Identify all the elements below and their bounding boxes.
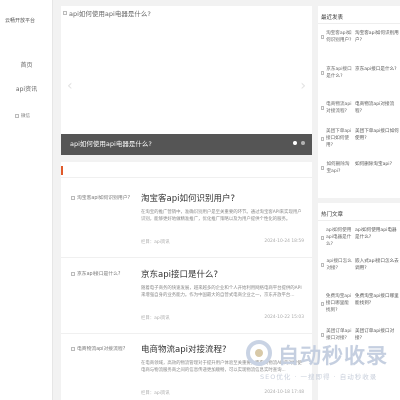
recent-posts-panel: 最近发表 淘宝客api如何识别用户? 淘宝客api如何识别用户? 京东api接口… <box>318 6 400 198</box>
slider-image-alt: api如何使用api电器是什么? <box>69 10 151 18</box>
recent-posts-title: 最近发表 <box>321 15 344 21</box>
article-item[interactable]: 淘宝客api如何识别用户? 淘宝客api如何识别用户? 在淘宝的推广营销中，准确… <box>61 182 312 258</box>
panel-divider <box>318 220 400 221</box>
wechat-qr-image: 微信 <box>15 113 30 119</box>
watermark-logo-icon <box>246 340 272 366</box>
recent-post-link[interactable]: 美团下单api接口如何使用? <box>355 128 399 142</box>
watermark-title: 自动秒收录 <box>278 344 388 368</box>
list-header <box>61 162 312 178</box>
article-excerpt: 在淘宝的推广营销中，准确识别用户是至关重要的环节。通过淘宝客API来实现用户识别… <box>141 210 302 222</box>
broken-image-icon <box>71 271 75 276</box>
recent-post-link[interactable]: 电商物流api对接流程? <box>355 101 399 115</box>
article-item[interactable]: 京东api接口是什么? 京东api接口是什么? 随着电子商务的快速发展，越来越多… <box>61 258 312 334</box>
page: 云畅开放平台 首页 api资讯 微信 api如何使用api电器是什么? ‹ › … <box>0 0 400 400</box>
hero-slider[interactable]: api如何使用api电器是什么? ‹ › api如何使用api电器是什么? <box>61 6 312 155</box>
slider-image[interactable]: api如何使用api电器是什么? <box>63 8 151 18</box>
recent-post-thumb[interactable]: 电商物流api对接流程? <box>321 101 353 115</box>
article-date: 2024-10-24 18:59 <box>264 239 304 244</box>
recent-post-link[interactable]: 淘宝客api如何识别用户? <box>355 30 399 44</box>
slider-caption-text[interactable]: api如何使用api电器是什么? <box>70 140 152 148</box>
hot-post-thumb[interactable]: api如何使用api电器是什么? <box>321 227 353 248</box>
recent-thumb-alt: 如何删除淘宝api? <box>326 162 350 174</box>
watermark-subtitle: SEO优化 · 一搜即得 · 自动秒收录 <box>260 373 378 381</box>
broken-image-icon <box>321 106 325 110</box>
wechat-alt-text: 微信 <box>21 114 30 119</box>
panel-divider <box>318 23 400 24</box>
recent-post-item[interactable]: 电商物流api对接流程? 电商物流api对接流程? <box>321 101 399 129</box>
site-name[interactable]: 云畅开放平台 <box>5 17 35 24</box>
hot-post-item[interactable]: api如何使用api电器是什么? api如何使用api电器是什么? <box>321 227 399 255</box>
slider-dot-1[interactable] <box>293 141 297 145</box>
article-title[interactable]: 京东api接口是什么? <box>141 268 218 280</box>
nav-home[interactable]: 首页 <box>0 60 53 69</box>
recent-thumb-alt: 京东api接口是什么? <box>326 67 352 79</box>
broken-image-icon <box>321 71 325 75</box>
broken-image-icon <box>321 301 324 306</box>
recent-post-thumb[interactable]: 美团下单api接口如何使用? <box>321 128 353 149</box>
slider-caption[interactable]: api如何使用api电器是什么? <box>61 134 312 155</box>
article-title[interactable]: 电商物流api对接流程? <box>141 343 226 355</box>
article-thumbnail[interactable]: 电商物流api对接流程? <box>71 345 131 352</box>
watermark: 自动秒收录 SEO优化 · 一搜即得 · 自动秒收录 <box>234 336 394 400</box>
broken-image-icon <box>71 346 75 351</box>
hot-post-link[interactable]: 嵌入式api接口怎么去调用? <box>355 258 399 272</box>
article-category[interactable]: 栏目：api资讯 <box>141 239 170 245</box>
hot-posts-title: 热门文章 <box>321 212 344 218</box>
broken-image-icon <box>15 114 19 118</box>
article-thumb-alt: 京东api接口是什么? <box>77 272 121 277</box>
broken-image-icon <box>321 263 325 267</box>
article-thumb-alt: 淘宝客api如何识别用户? <box>77 196 131 201</box>
article-title[interactable]: 淘宝客api如何识别用户? <box>141 192 235 204</box>
hot-post-link[interactable]: 免费淘宝api接口哪里能找到? <box>355 293 399 307</box>
recent-post-link[interactable]: 如何删除淘宝api? <box>355 161 399 168</box>
hot-thumb-alt: api接口怎么对接? <box>326 259 352 271</box>
broken-image-icon <box>71 195 75 200</box>
broken-image-icon <box>321 136 324 141</box>
recent-post-link[interactable]: 京东api接口是什么? <box>355 66 399 73</box>
recent-thumb-alt: 电商物流api对接流程? <box>326 102 352 114</box>
article-thumbnail[interactable]: 淘宝客api如何识别用户? <box>71 194 131 201</box>
slider-prev-icon[interactable]: ‹ <box>67 78 73 94</box>
recent-post-thumb[interactable]: 淘宝客api如何识别用户? <box>321 30 353 44</box>
hot-post-thumb[interactable]: 免费淘宝api接口哪里能找到? <box>321 293 353 314</box>
recent-post-item[interactable]: 美团下单api接口如何使用? 美团下单api接口如何使用? <box>321 128 399 156</box>
broken-image-icon <box>63 11 67 15</box>
recent-post-thumb[interactable]: 京东api接口是什么? <box>321 66 353 80</box>
article-thumb-alt: 电商物流api对接流程? <box>77 347 126 352</box>
slider-dots <box>293 141 305 145</box>
article-date: 2024-10-22 15:03 <box>264 315 304 320</box>
article-category[interactable]: 栏目：api资讯 <box>141 315 170 321</box>
hot-post-link[interactable]: api如何使用api电器是什么? <box>355 227 399 241</box>
broken-image-icon <box>321 166 325 170</box>
list-header-accent <box>61 166 63 175</box>
slider-next-icon[interactable]: › <box>300 78 306 94</box>
broken-image-icon <box>321 35 325 39</box>
recent-post-thumb[interactable]: 如何删除淘宝api? <box>321 161 353 175</box>
hot-thumb-alt: api如何使用api电器是什么? <box>325 228 352 247</box>
recent-thumb-alt: 淘宝客api如何识别用户? <box>326 31 352 43</box>
recent-post-item[interactable]: 如何删除淘宝api? 如何删除淘宝api? <box>321 161 399 189</box>
article-thumbnail[interactable]: 京东api接口是什么? <box>71 270 131 277</box>
hot-thumb-alt: 免费淘宝api接口哪里能找到? <box>325 294 352 313</box>
slider-dot-2[interactable] <box>301 141 305 145</box>
article-category[interactable]: 栏目：api资讯 <box>141 390 170 396</box>
nav-api-news[interactable]: api资讯 <box>0 84 53 93</box>
left-sidebar: 云畅开放平台 首页 api资讯 微信 <box>0 0 53 400</box>
recent-thumb-alt: 美团下单api接口如何使用? <box>325 129 352 148</box>
hot-post-item[interactable]: api接口怎么对接? 嵌入式api接口怎么去调用? <box>321 258 399 286</box>
broken-image-icon <box>321 235 324 240</box>
hot-post-item[interactable]: 免费淘宝api接口哪里能找到? 免费淘宝api接口哪里能找到? <box>321 293 399 321</box>
hot-post-thumb[interactable]: api接口怎么对接? <box>321 258 353 272</box>
recent-post-item[interactable]: 京东api接口是什么? 京东api接口是什么? <box>321 66 399 94</box>
article-excerpt: 随着电子商务的快速发展，越来越多的企业和个人开始利用网络电商平台提供的API来增… <box>141 286 302 298</box>
recent-post-item[interactable]: 淘宝客api如何识别用户? 淘宝客api如何识别用户? <box>321 30 399 58</box>
